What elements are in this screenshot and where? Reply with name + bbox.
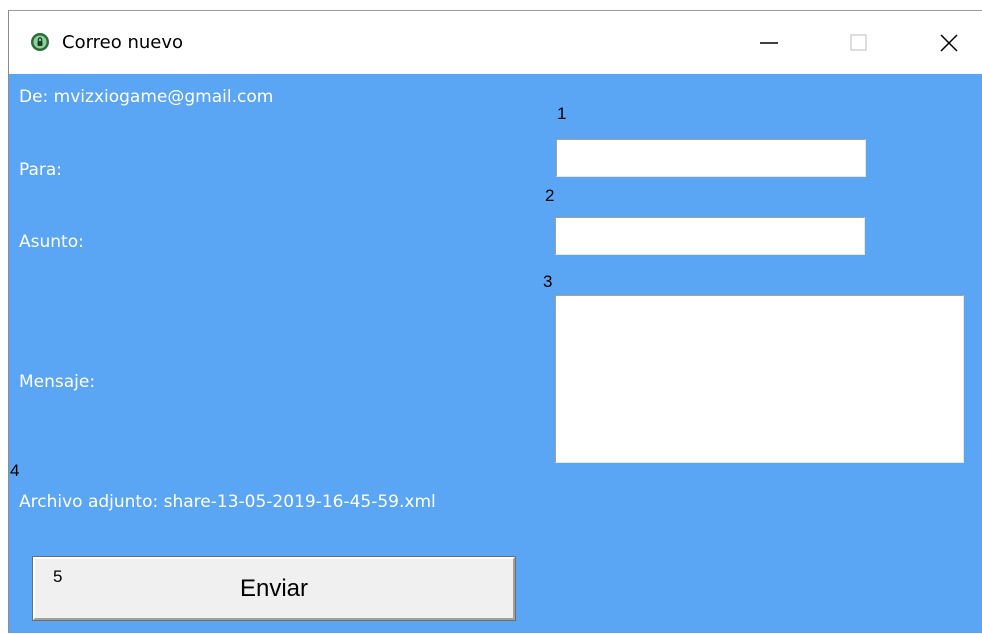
close-button[interactable]	[914, 11, 982, 74]
minimize-icon	[760, 41, 778, 44]
send-button[interactable]: 5 Enviar	[32, 556, 516, 621]
to-marker: 1	[557, 104, 567, 123]
from-label: De: mvizxiogame@gmail.com	[19, 87, 274, 107]
title-bar[interactable]: Correo nuevo	[9, 11, 982, 74]
minimize-button[interactable]	[734, 11, 804, 74]
close-icon	[940, 33, 958, 52]
mail-window: Correo nuevo De: mvizxiogame@gmail.com 1…	[8, 10, 982, 633]
message-marker: 3	[543, 272, 553, 291]
attachment-label: Archivo adjunto: share-13-05-2019-16-45-…	[19, 492, 436, 512]
subject-field[interactable]	[555, 217, 865, 255]
window-title: Correo nuevo	[62, 32, 184, 53]
attachment-marker: 4	[10, 461, 20, 480]
to-label: Para:	[19, 160, 63, 180]
app-icon	[31, 33, 49, 51]
message-textarea[interactable]	[555, 295, 964, 463]
subject-label: Asunto:	[19, 232, 84, 252]
send-button-label: Enviar	[239, 575, 309, 602]
maximize-button[interactable]	[824, 11, 894, 74]
to-field[interactable]	[556, 139, 866, 177]
form-area: De: mvizxiogame@gmail.com 1 Para: 2 Asun…	[9, 74, 982, 634]
message-label: Mensaje:	[19, 372, 96, 392]
subject-marker: 2	[545, 186, 555, 205]
maximize-icon	[850, 33, 867, 51]
